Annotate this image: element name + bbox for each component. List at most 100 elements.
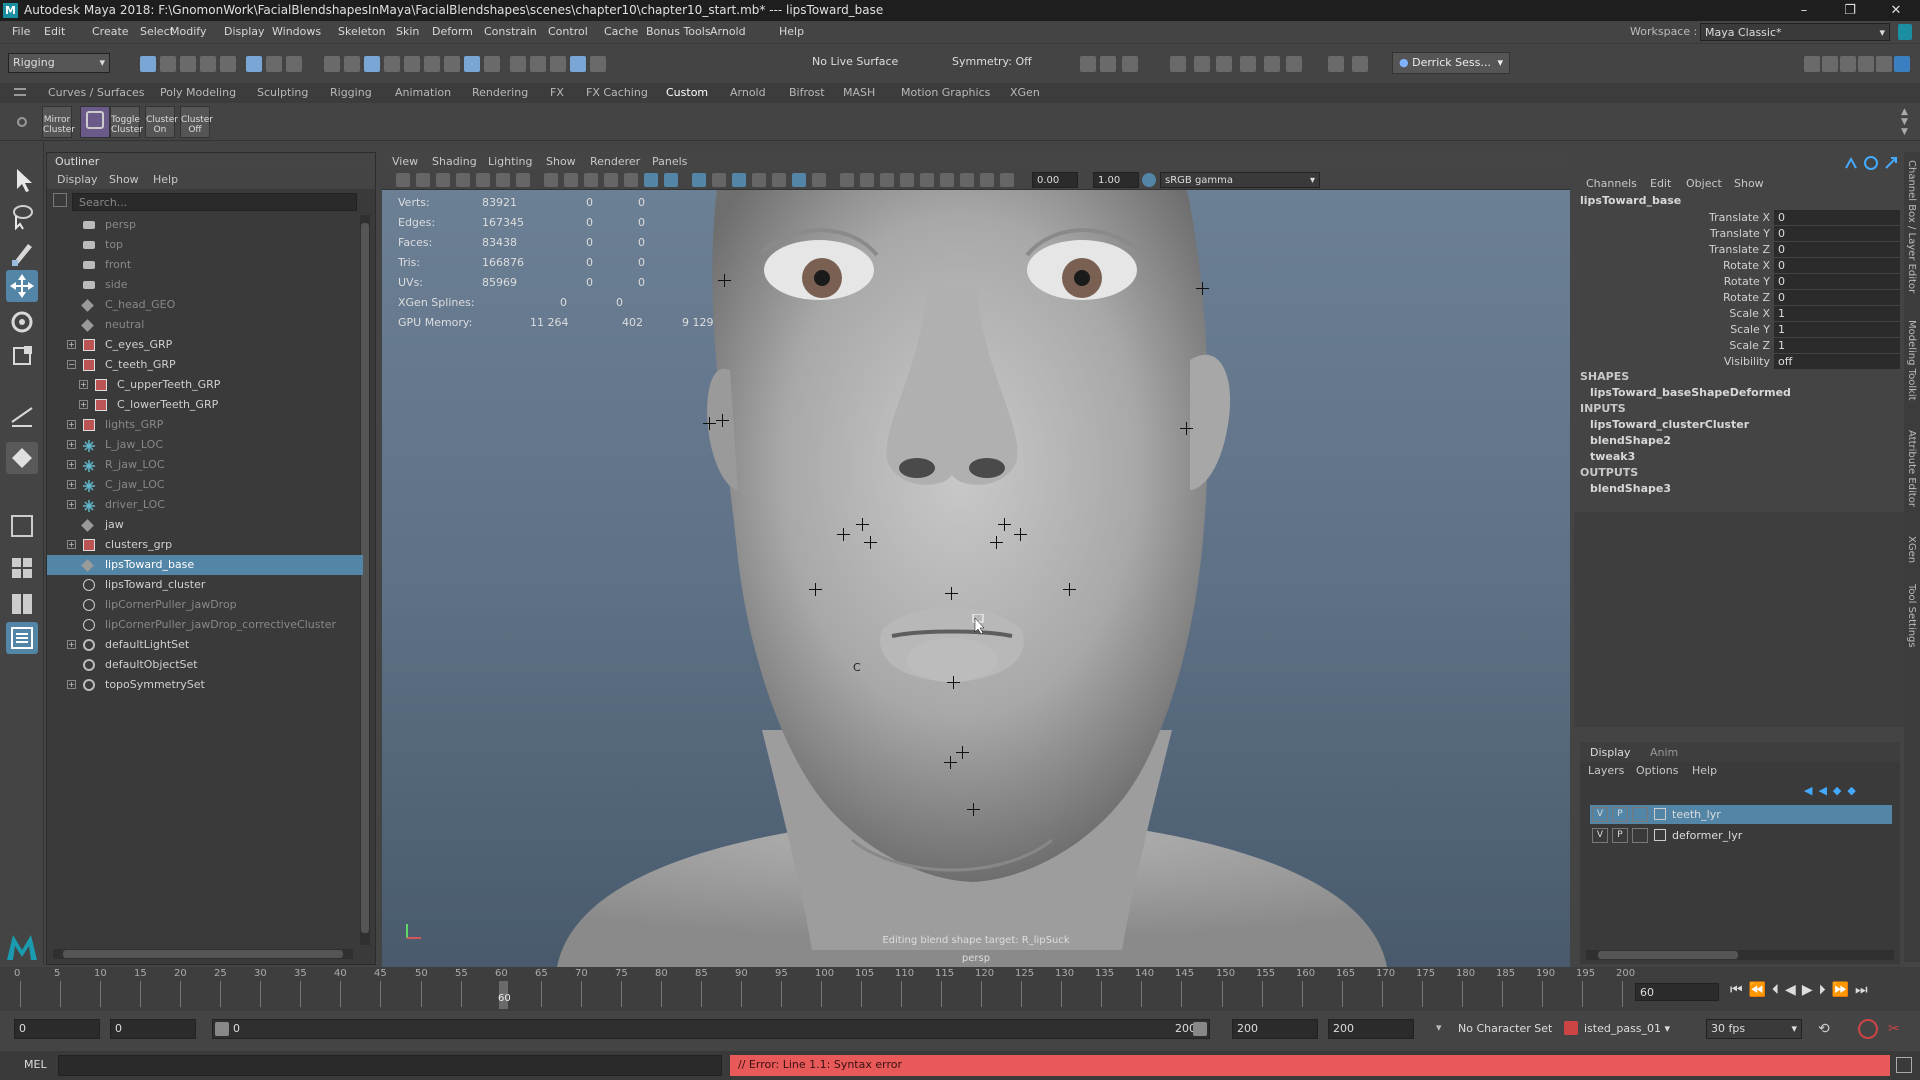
viewport-tool-10-icon[interactable]: [604, 173, 618, 187]
anim-layer-icon[interactable]: [1564, 1021, 1578, 1035]
layer-playback-toggle[interactable]: P: [1612, 828, 1628, 843]
menu-deform[interactable]: Deform: [432, 25, 473, 38]
four-pane-layout-icon[interactable]: [6, 552, 38, 584]
channelbox-options-icon[interactable]: [1844, 156, 1858, 170]
outliner-row[interactable]: lipCornerPuller_jawDrop: [47, 595, 363, 615]
outliner-row[interactable]: + driver_LOC: [47, 495, 363, 515]
viewport-menu-shading[interactable]: Shading: [432, 155, 477, 168]
preferences-icon[interactable]: ✂: [1888, 1021, 1900, 1037]
outliner-search-input[interactable]: Search...: [72, 193, 357, 211]
outliner-row[interactable]: lipCornerPuller_jawDrop_correctiveCluste…: [47, 615, 363, 635]
script-language[interactable]: MEL: [24, 1058, 47, 1071]
expand-icon[interactable]: +: [67, 540, 76, 549]
menu-create[interactable]: Create: [92, 25, 129, 38]
menu-file[interactable]: File: [12, 25, 30, 38]
play-back-icon[interactable]: ◀: [1785, 982, 1802, 998]
viewport-tool-15-icon[interactable]: [712, 173, 726, 187]
pause-icon[interactable]: [1328, 56, 1344, 72]
shelf-tab-bifrost[interactable]: Bifrost: [789, 86, 825, 99]
channel-visibility[interactable]: Visibility off: [1574, 354, 1904, 370]
tab-display[interactable]: Display: [1590, 746, 1631, 759]
viewport-tool-28-icon[interactable]: [980, 173, 994, 187]
channel-value[interactable]: 1: [1774, 322, 1900, 337]
maximize-button[interactable]: ❐: [1827, 0, 1873, 21]
shelf-tab-fx-caching[interactable]: FX Caching: [586, 86, 648, 99]
filter-icon[interactable]: [53, 193, 67, 207]
hypershade-icon2[interactable]: [1286, 56, 1302, 72]
command-input[interactable]: [58, 1055, 722, 1076]
viewport-menu-lighting[interactable]: Lighting: [488, 155, 532, 168]
channel-value[interactable]: off: [1774, 354, 1900, 369]
channel-value[interactable]: 1: [1774, 338, 1900, 353]
anim-layer-label[interactable]: isted_pass_01 ▾: [1584, 1022, 1670, 1035]
viewport-tool-17-icon[interactable]: [752, 173, 766, 187]
select-hierarchy-icon[interactable]: [246, 56, 262, 72]
redo-icon[interactable]: [220, 56, 236, 72]
outliner-layout-icon[interactable]: [6, 622, 38, 654]
channel-scale-z[interactable]: Scale Z 1: [1574, 338, 1904, 354]
cluster-handle[interactable]: [716, 414, 729, 427]
step-back-key-icon[interactable]: ⏪: [1749, 982, 1772, 998]
script-editor-icon[interactable]: [1896, 1057, 1912, 1073]
toggle-panel-icon[interactable]: [1080, 56, 1096, 72]
expand-icon[interactable]: +: [67, 420, 76, 429]
shelf-button-3[interactable]: Cluster On: [145, 106, 178, 138]
viewport-tool-25-icon[interactable]: [920, 173, 934, 187]
viewport-tool-8-icon[interactable]: [564, 173, 578, 187]
channel-translate-x[interactable]: Translate X 0: [1574, 210, 1904, 226]
menu-arnold[interactable]: Arnold: [710, 25, 746, 38]
start-frame-field[interactable]: 0: [14, 1019, 100, 1039]
range-slider-bar[interactable]: 0 200: [212, 1019, 1210, 1039]
shelf-tab-poly-modeling[interactable]: Poly Modeling: [160, 86, 236, 99]
inputs-node[interactable]: lipsToward_clusterCluster: [1590, 418, 1749, 431]
layer-color-icon[interactable]: [1654, 829, 1666, 841]
layer-row[interactable]: V Pdeformer_lyr: [1590, 826, 1892, 845]
tab-xgen[interactable]: XGen: [1906, 536, 1917, 563]
outliner-row[interactable]: top: [47, 235, 363, 255]
shelf-settings-icon[interactable]: [17, 117, 27, 127]
time-slider[interactable]: 0 5 10 15 20 25 30 35 40 45 50 55 60 65 70 75 80 85 90 95 10…: [0, 967, 1920, 1011]
inputs-node[interactable]: blendShape2: [1590, 434, 1671, 447]
toggle-grid-icon[interactable]: [1100, 56, 1116, 72]
viewport-tool-13-icon[interactable]: [664, 173, 678, 187]
select-tool-icon[interactable]: [6, 164, 38, 196]
step-forward-icon[interactable]: ⏵: [1819, 982, 1832, 998]
outliner-row[interactable]: defaultObjectSet: [47, 655, 363, 675]
select-object-icon[interactable]: [266, 56, 282, 72]
go-to-start-icon[interactable]: ⏮: [1730, 982, 1749, 998]
tab-attribute-editor[interactable]: Attribute Editor: [1906, 430, 1917, 507]
outliner-row[interactable]: jaw: [47, 515, 363, 535]
menu-bonus-tools[interactable]: Bonus Tools: [646, 25, 711, 38]
last-tool-icon[interactable]: [6, 442, 38, 474]
shelf-tab-xgen[interactable]: XGen: [1010, 86, 1040, 99]
shelf-menu-icon[interactable]: [14, 88, 26, 96]
snap-curve-icon[interactable]: [344, 56, 360, 72]
channel-rotate-x[interactable]: Rotate X 0: [1574, 258, 1904, 274]
outliner-row[interactable]: front: [47, 255, 363, 275]
layer-color-icon[interactable]: [1654, 808, 1666, 820]
color-management-icon[interactable]: [1142, 173, 1156, 187]
channel-value[interactable]: 0: [1774, 242, 1900, 257]
shelf-tab-motion-graphics[interactable]: Motion Graphics: [901, 86, 990, 99]
channelbox-refresh-icon[interactable]: [1864, 156, 1878, 170]
channel-value[interactable]: 0: [1774, 226, 1900, 241]
outliner-row[interactable]: side: [47, 275, 363, 295]
viewport-menu-view[interactable]: View: [392, 155, 418, 168]
shapes-node[interactable]: lipsToward_baseShapeDeformed: [1590, 386, 1791, 399]
gamma-field[interactable]: 1.00: [1093, 172, 1139, 188]
viewport-menu-panels[interactable]: Panels: [652, 155, 687, 168]
viewport-tool-7-icon[interactable]: [544, 173, 558, 187]
render-view-icon[interactable]: [1170, 56, 1186, 72]
single-pane-layout-icon[interactable]: [6, 510, 38, 542]
channel-value[interactable]: 0: [1774, 258, 1900, 273]
outliner-row[interactable]: + L_jaw_LOC: [47, 435, 363, 455]
tab-modeling-toolkit[interactable]: Modeling Toolkit: [1906, 320, 1917, 401]
cluster-handle[interactable]: [998, 518, 1011, 531]
snap-grid-icon[interactable]: [324, 56, 340, 72]
channelbox-node-name[interactable]: lipsToward_base: [1580, 194, 1681, 207]
end-frame-field[interactable]: 200: [1328, 1019, 1414, 1039]
layer-tool-icons[interactable]: ◀◀◆◆: [1804, 784, 1894, 798]
viewport-tool-26-icon[interactable]: [940, 173, 954, 187]
menu-control[interactable]: Control: [548, 25, 588, 38]
layer-hscroll-thumb[interactable]: [1598, 951, 1738, 959]
